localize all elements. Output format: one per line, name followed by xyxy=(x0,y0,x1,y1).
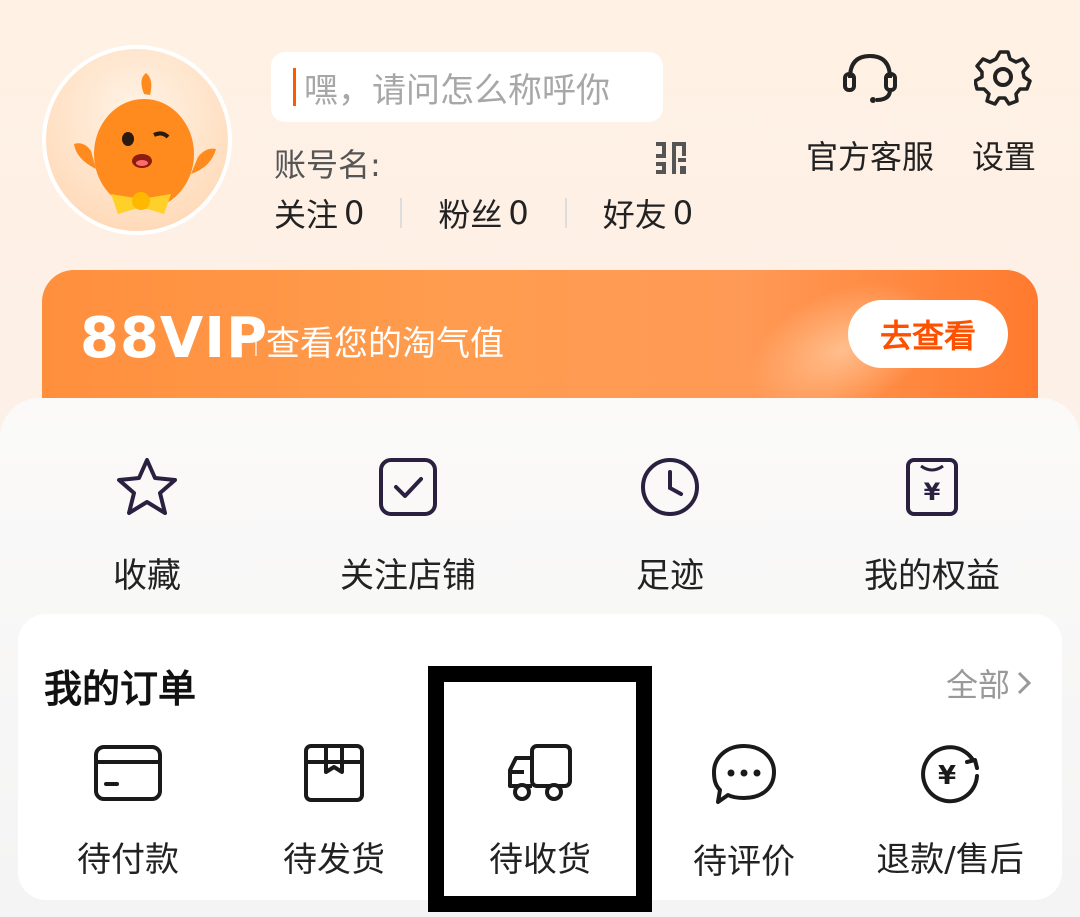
stat-following[interactable]: 关注 0 xyxy=(274,190,364,236)
order-status-label: 待发货 xyxy=(283,840,385,880)
settings-label: 设置 xyxy=(972,138,1037,176)
quick-link-label: 收藏 xyxy=(113,556,181,596)
profile-stats: 关注 0 粉丝 0 好友 0 xyxy=(274,190,693,236)
svg-text:¥: ¥ xyxy=(924,478,941,506)
settings-button[interactable]: 设置 xyxy=(972,48,1036,178)
card-icon xyxy=(94,745,162,801)
order-status-label: 退款/售后 xyxy=(876,840,1024,880)
order-pending-payment[interactable]: 待付款 xyxy=(28,742,228,881)
nickname-input[interactable]: 嘿，请问怎么称呼你 xyxy=(271,52,663,122)
chevron-right-icon xyxy=(1017,671,1032,695)
order-refund-aftersales[interactable]: ¥ 退款/售后 xyxy=(850,742,1050,881)
stat-friends[interactable]: 好友 0 xyxy=(603,190,693,236)
quick-link-label: 关注店铺 xyxy=(340,556,476,596)
stat-label: 粉丝 xyxy=(438,196,503,234)
refund-icon: ¥ xyxy=(921,745,979,804)
account-name-label: 账号名: xyxy=(274,146,381,184)
orders-view-all[interactable]: 全部 xyxy=(946,660,1032,706)
orders-title: 我的订单 xyxy=(44,667,197,711)
divider xyxy=(255,318,257,356)
stat-label: 好友 xyxy=(602,196,667,234)
customer-service-button[interactable]: 官方客服 xyxy=(806,48,934,178)
qr-code-icon[interactable] xyxy=(654,140,688,176)
nickname-placeholder: 嘿，请问怎么称呼你 xyxy=(304,70,610,111)
quick-link-favorites[interactable]: 收藏 xyxy=(27,456,267,597)
quick-link-history[interactable]: 足迹 xyxy=(550,456,790,597)
order-pending-shipment[interactable]: 待发货 xyxy=(234,742,434,881)
stat-value: 0 xyxy=(344,194,365,232)
chat-icon xyxy=(712,744,776,804)
stat-followers[interactable]: 粉丝 0 xyxy=(438,190,528,236)
stat-label: 关注 xyxy=(274,196,339,234)
headset-icon xyxy=(843,53,897,103)
clock-icon xyxy=(641,458,699,516)
order-status-label: 待付款 xyxy=(77,840,179,880)
customer-service-label: 官方客服 xyxy=(806,138,935,176)
vip-description: 查看您的淘气值 xyxy=(266,324,504,364)
quick-link-followed-stores[interactable]: 关注店铺 xyxy=(288,456,528,597)
vip-view-button[interactable]: 去查看 xyxy=(848,300,1008,368)
text-caret xyxy=(293,68,296,106)
gear-icon xyxy=(974,50,1032,106)
highlight-box xyxy=(428,666,652,912)
vip-title: 88VIP xyxy=(80,306,269,371)
quick-link-label: 我的权益 xyxy=(864,556,1000,596)
avatar[interactable] xyxy=(42,45,232,235)
svg-text:¥: ¥ xyxy=(938,761,956,791)
check-square-icon xyxy=(379,458,437,516)
view-all-label: 全部 xyxy=(946,666,1011,704)
mascot-icon xyxy=(74,73,216,214)
voucher-icon: ¥ xyxy=(906,458,958,516)
quick-link-label: 足迹 xyxy=(636,556,704,596)
box-icon xyxy=(304,744,364,802)
star-icon xyxy=(117,458,177,515)
stat-value: 0 xyxy=(508,194,529,232)
order-pending-review[interactable]: 待评价 xyxy=(644,742,844,883)
divider xyxy=(400,198,403,228)
stat-value: 0 xyxy=(672,194,694,232)
quick-link-benefits[interactable]: ¥ 我的权益 xyxy=(812,456,1052,597)
divider xyxy=(564,198,567,228)
order-status-label: 待评价 xyxy=(693,842,795,882)
